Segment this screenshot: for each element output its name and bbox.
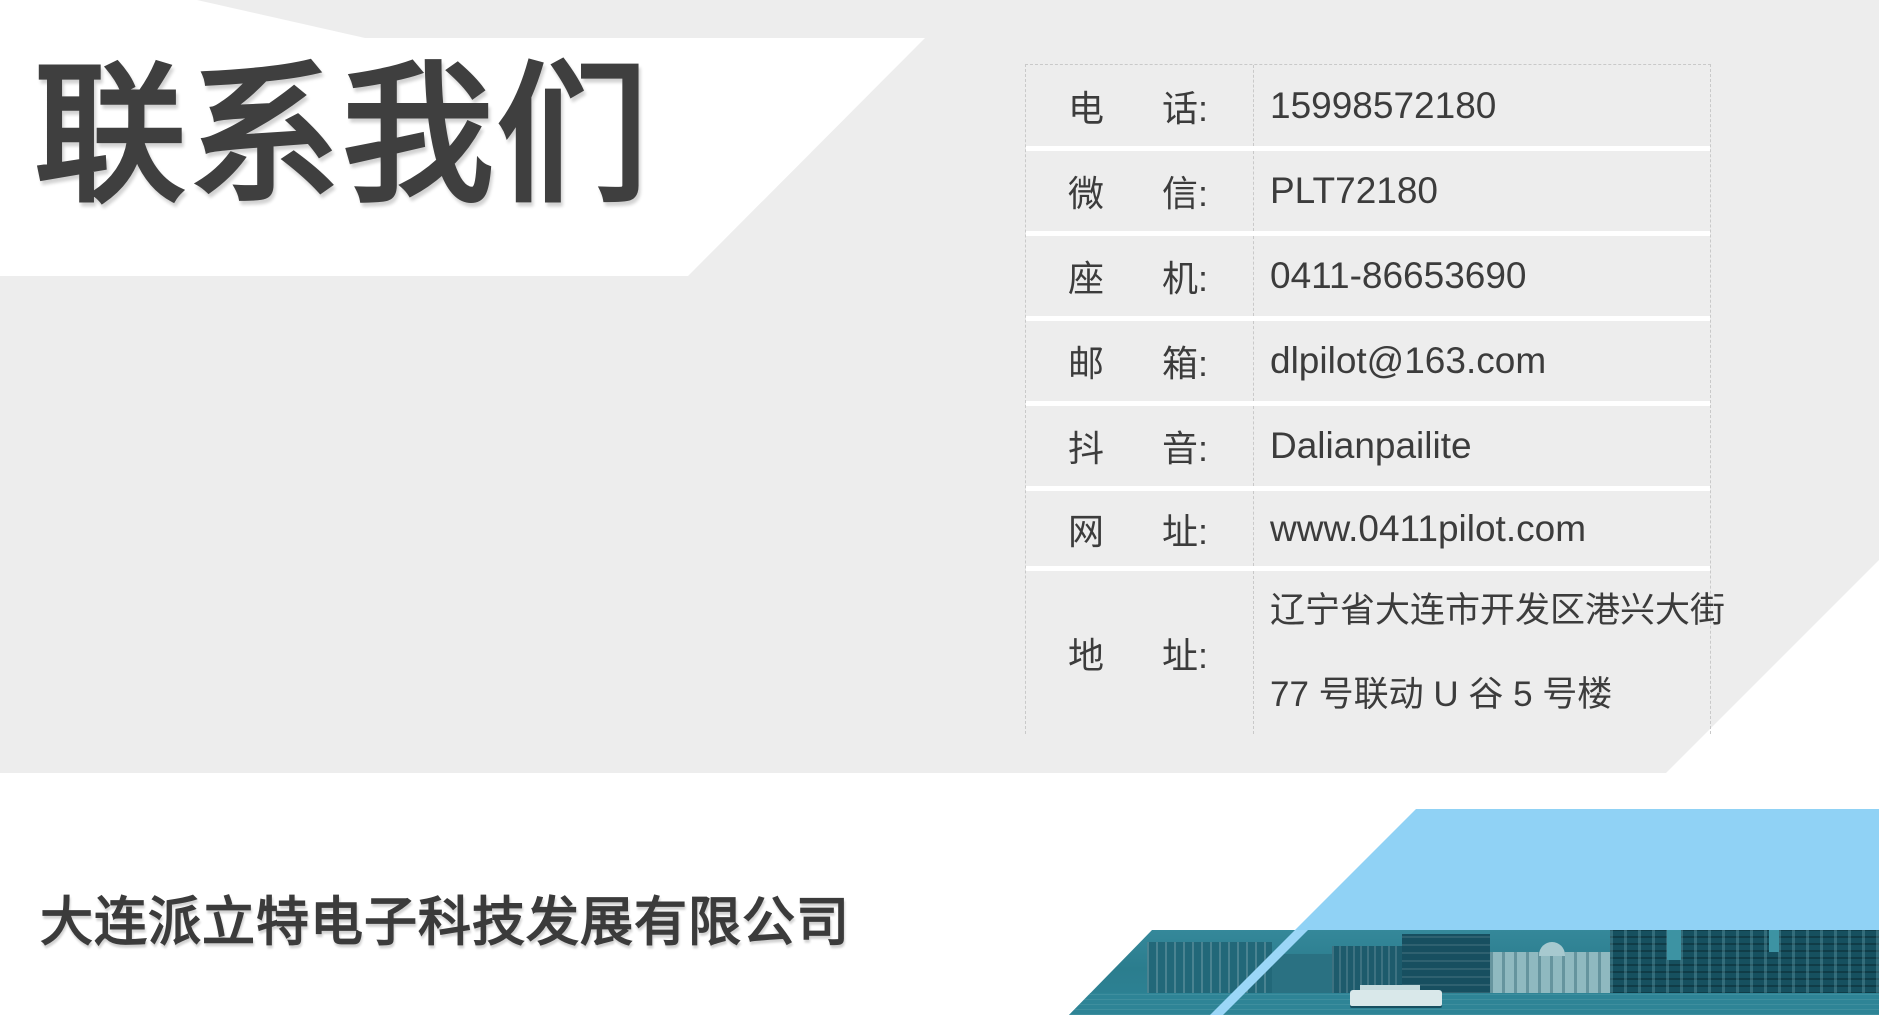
contact-value-cell: PLT72180 <box>1254 169 1710 213</box>
contact-label-text: 电 <box>1068 80 1104 132</box>
contact-value-cell: 15998572180 <box>1254 84 1710 128</box>
contact-label-cell: 座 机: <box>1026 236 1254 316</box>
contact-row: 抖 音: Dalianpailite <box>1026 406 1710 491</box>
contact-value-cell: www.0411pilot.com <box>1254 507 1710 551</box>
photo-building <box>1490 952 1610 994</box>
contact-label-cell: 抖 音: <box>1026 406 1254 486</box>
contact-value-text: 15998572180 <box>1270 84 1710 128</box>
contact-label-text: 地 <box>1068 627 1104 679</box>
contact-label-text: 音: <box>1162 420 1208 472</box>
photo-boat <box>1350 990 1442 1006</box>
contact-label-text: 抖 <box>1068 420 1104 472</box>
contact-row: 座 机: 0411-86653690 <box>1026 236 1710 321</box>
contact-label-cell: 微 信: <box>1026 151 1254 231</box>
contact-label-text: 信: <box>1162 165 1208 217</box>
contact-value-text: dlpilot@163.com <box>1270 339 1710 383</box>
contact-value-text: 辽宁省大连市开发区港兴大街 <box>1270 569 1725 653</box>
page-title: 联系我们 <box>34 45 650 227</box>
contact-value-cell: 辽宁省大连市开发区港兴大街77 号联动 U 谷 5 号楼 <box>1254 569 1725 737</box>
contact-value-cell: 0411-86653690 <box>1254 254 1710 298</box>
contact-label-text: 址: <box>1162 503 1208 555</box>
contact-label-text: 机: <box>1162 250 1208 302</box>
photo-sky-gap <box>1667 930 1681 960</box>
contact-label-text: 邮 <box>1068 335 1104 387</box>
contact-row: 电 话: 15998572180 <box>1026 65 1710 151</box>
slide-contact-page: 联系我们 电 话: 15998572180 微 信: PLT72180 座 机: 0411-86… <box>0 0 1879 1015</box>
contact-row: 邮 箱: dlpilot@163.com <box>1026 321 1710 406</box>
company-name: 大连派立特电子科技发展有限公司 <box>40 880 850 956</box>
contact-label-text: 址: <box>1162 627 1208 679</box>
photo-building-cluster <box>1610 930 1879 994</box>
photo-building <box>1147 942 1272 994</box>
contact-label-text: 话: <box>1162 80 1208 132</box>
contact-value-text: Dalianpailite <box>1270 424 1710 468</box>
contact-label-cell: 邮 箱: <box>1026 321 1254 401</box>
contact-label-cell: 网 址: <box>1026 491 1254 566</box>
blue-parallelogram-accent <box>1200 809 1879 930</box>
contact-label-text: 箱: <box>1162 335 1208 387</box>
photo-dome <box>1539 942 1565 956</box>
photo-water <box>1069 993 1879 1015</box>
contact-value-text: 77 号联动 U 谷 5 号楼 <box>1270 653 1725 737</box>
contact-label-cell: 电 话: <box>1026 65 1254 146</box>
contact-row: 地址:辽宁省大连市开发区港兴大街77 号联动 U 谷 5 号楼 <box>1026 571 1710 734</box>
contact-label-cell: 地 址: <box>1026 571 1254 734</box>
photo-sky-gap <box>1769 930 1779 952</box>
cityscape-photo <box>1069 930 1879 1015</box>
photo-building <box>1272 954 1332 994</box>
contact-row: 微 信: PLT72180 <box>1026 151 1710 236</box>
contact-value-cell: dlpilot@163.com <box>1254 339 1710 383</box>
contact-row: 网 址: www.0411pilot.com <box>1026 491 1710 571</box>
contact-info-table: 电 话: 15998572180 微 信: PLT72180 座 机: 0411-8665369… <box>1025 64 1711 734</box>
contact-label-text: 微 <box>1068 165 1104 217</box>
contact-value-text: PLT72180 <box>1270 169 1710 213</box>
contact-value-text: 0411-86653690 <box>1270 254 1710 298</box>
contact-value-text: www.0411pilot.com <box>1270 507 1710 551</box>
contact-label-text: 网 <box>1068 503 1104 555</box>
contact-value-cell: Dalianpailite <box>1254 424 1710 468</box>
contact-label-text: 座 <box>1068 250 1104 302</box>
